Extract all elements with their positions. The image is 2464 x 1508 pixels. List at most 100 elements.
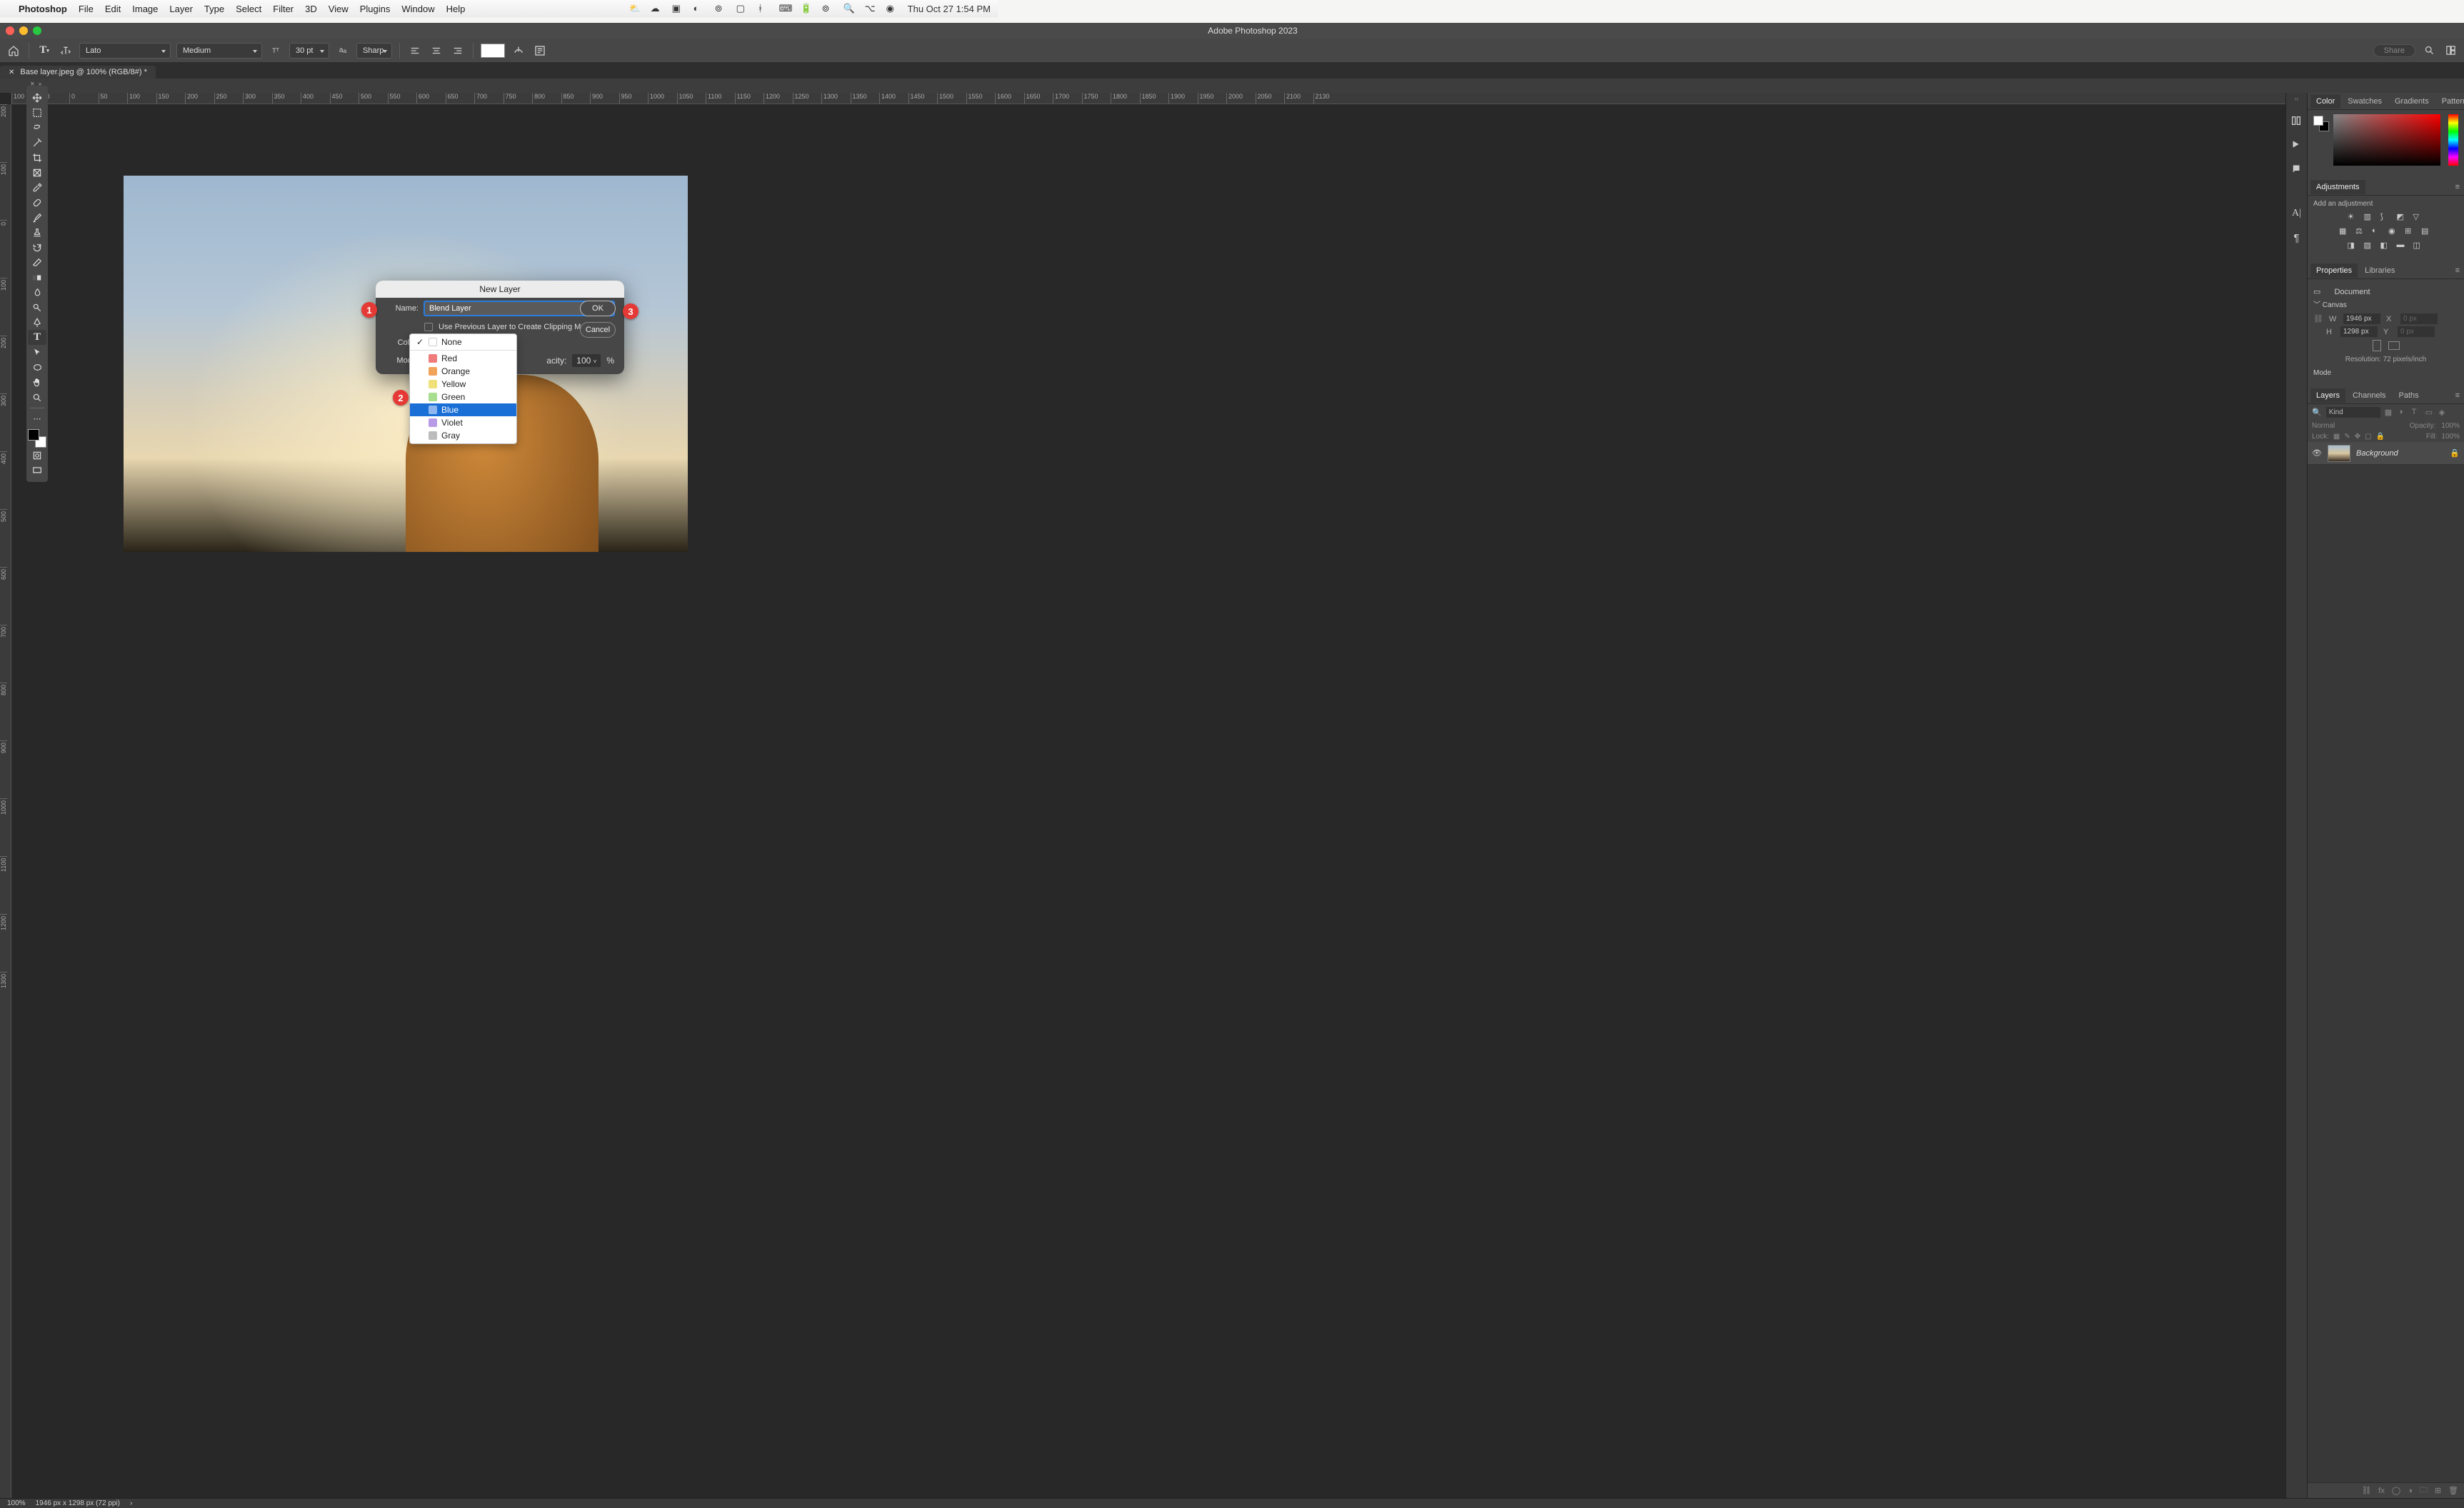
- close-tab-icon[interactable]: ✕: [9, 69, 14, 76]
- clipping-mask-checkbox[interactable]: [424, 323, 433, 331]
- moon-icon[interactable]: ◐: [693, 3, 705, 14]
- lookup-icon[interactable]: ▤: [2421, 226, 2433, 238]
- filter-adjust-icon[interactable]: ◑: [2398, 408, 2408, 417]
- pen-tool-icon[interactable]: [28, 315, 46, 330]
- frame-icon[interactable]: ▢: [736, 3, 748, 14]
- wifi-icon[interactable]: ⊚: [822, 3, 833, 14]
- blend-mode-dropdown[interactable]: Normal: [2312, 422, 2335, 430]
- edit-toolbar-icon[interactable]: ⋯: [28, 411, 46, 426]
- tab-gradients[interactable]: Gradients: [2389, 94, 2435, 109]
- exposure-icon[interactable]: ◩: [2397, 212, 2408, 223]
- spotlight-icon[interactable]: 🔍: [843, 3, 855, 14]
- font-size-dropdown[interactable]: 30 pt: [289, 43, 329, 59]
- menu-help[interactable]: Help: [446, 4, 466, 14]
- text-color-swatch[interactable]: [481, 44, 505, 58]
- color-option-red[interactable]: Red: [410, 352, 516, 365]
- link-layers-icon[interactable]: ⛓: [2361, 1486, 2371, 1495]
- filter-search-icon[interactable]: 🔍: [2312, 408, 2322, 417]
- hue-icon[interactable]: ▦: [2339, 226, 2350, 238]
- tab-swatches[interactable]: Swatches: [2342, 94, 2388, 109]
- menu-3d[interactable]: 3D: [305, 4, 317, 14]
- zoom-level[interactable]: 100%: [7, 1499, 26, 1507]
- layer-thumbnail[interactable]: [2328, 445, 2350, 462]
- cloud-icon[interactable]: ☁: [651, 3, 662, 14]
- eraser-tool-icon[interactable]: [28, 255, 46, 270]
- type-tool-icon[interactable]: T: [28, 330, 46, 345]
- opacity-value[interactable]: 100%: [2441, 422, 2460, 430]
- type-tool-icon[interactable]: T▾: [36, 43, 52, 59]
- bluetooth-icon[interactable]: ᚼ: [758, 3, 769, 14]
- battery-icon[interactable]: 🔋: [801, 3, 812, 14]
- lock-pixels-icon[interactable]: ▦: [2333, 433, 2340, 441]
- doc-dimensions[interactable]: 1946 px x 1298 px (72 ppi): [36, 1499, 120, 1507]
- crop-tool-icon[interactable]: [28, 150, 46, 165]
- opacity-value-input[interactable]: 100 ˅: [572, 354, 601, 367]
- threshold-icon[interactable]: ◧: [2380, 241, 2392, 252]
- layer-name[interactable]: Background: [2356, 449, 2444, 458]
- window-close-button[interactable]: [6, 26, 14, 35]
- cancel-button[interactable]: Cancel: [580, 322, 616, 338]
- hand-tool-icon[interactable]: [28, 375, 46, 390]
- curves-icon[interactable]: ⟆: [2380, 212, 2392, 223]
- panel-menu-icon[interactable]: ≡: [2455, 183, 2461, 191]
- filter-kind-dropdown[interactable]: [2326, 407, 2380, 418]
- menu-type[interactable]: Type: [204, 4, 224, 14]
- lock-icon[interactable]: 🔒: [2450, 448, 2460, 458]
- home-icon[interactable]: [6, 43, 21, 59]
- color-field[interactable]: [2333, 114, 2440, 166]
- window-minimize-button[interactable]: [19, 26, 28, 35]
- ok-button[interactable]: OK: [580, 301, 616, 316]
- height-input[interactable]: [2340, 326, 2378, 337]
- dodge-tool-icon[interactable]: [28, 300, 46, 315]
- align-left-icon[interactable]: [407, 43, 423, 59]
- healing-tool-icon[interactable]: [28, 195, 46, 210]
- marquee-tool-icon[interactable]: [28, 105, 46, 120]
- font-family-dropdown[interactable]: Lato: [79, 43, 171, 59]
- rings-icon[interactable]: ⊚: [715, 3, 726, 14]
- camera-icon[interactable]: ▣: [672, 3, 683, 14]
- tab-paths[interactable]: Paths: [2393, 388, 2425, 403]
- menu-view[interactable]: View: [329, 4, 349, 14]
- color-option-orange[interactable]: Orange: [410, 365, 516, 378]
- filter-shape-icon[interactable]: ▭: [2425, 408, 2435, 417]
- move-tool-icon[interactable]: [28, 90, 46, 105]
- workspace-icon[interactable]: [2443, 43, 2458, 59]
- filter-type-icon[interactable]: T: [2412, 408, 2421, 417]
- history-brush-icon[interactable]: [28, 240, 46, 255]
- status-arrow-icon[interactable]: ›: [130, 1499, 132, 1507]
- trash-icon[interactable]: 🗑: [2448, 1486, 2458, 1495]
- lock-position-icon[interactable]: ✥: [2355, 433, 2360, 441]
- lock-all-icon[interactable]: 🔒: [2376, 433, 2385, 441]
- align-center-icon[interactable]: [429, 43, 444, 59]
- menu-select[interactable]: Select: [236, 4, 261, 14]
- new-layer-icon[interactable]: ⊞: [2435, 1486, 2441, 1495]
- blur-tool-icon[interactable]: [28, 285, 46, 300]
- mask-icon[interactable]: ◯: [2392, 1486, 2400, 1495]
- keyboard-icon[interactable]: ⌨: [779, 3, 791, 14]
- align-right-icon[interactable]: [450, 43, 466, 59]
- layer-row[interactable]: 👁 Background 🔒: [2308, 442, 2464, 465]
- color-option-blue[interactable]: Blue: [410, 403, 516, 416]
- elephant-icon[interactable]: ⛅: [629, 3, 641, 14]
- menu-layer[interactable]: Layer: [169, 4, 193, 14]
- color-option-none[interactable]: ✓ None: [410, 336, 516, 348]
- fgbg-swatch[interactable]: [2313, 116, 2329, 131]
- search-icon[interactable]: [2421, 43, 2437, 59]
- landscape-icon[interactable]: [2388, 341, 2400, 350]
- fx-icon[interactable]: fx: [2378, 1487, 2385, 1495]
- character-icon[interactable]: A|: [2290, 208, 2303, 221]
- comment-icon[interactable]: [2290, 164, 2303, 176]
- gradient-map-icon[interactable]: ▬: [2397, 241, 2408, 252]
- fg-bg-colors[interactable]: [28, 429, 46, 448]
- paragraph-icon[interactable]: ¶: [2290, 232, 2303, 245]
- filter-pixel-icon[interactable]: ▦: [2385, 408, 2394, 417]
- stamp-tool-icon[interactable]: [28, 225, 46, 240]
- panel-menu-icon[interactable]: ≡: [2455, 391, 2461, 400]
- levels-icon[interactable]: ▥: [2364, 212, 2375, 223]
- color-option-yellow[interactable]: Yellow: [410, 378, 516, 391]
- vibrance-icon[interactable]: ▽: [2413, 212, 2425, 223]
- bw-icon[interactable]: ◐: [2372, 226, 2383, 238]
- character-panel-icon[interactable]: [532, 43, 548, 59]
- channel-mixer-icon[interactable]: ⊞: [2405, 226, 2416, 238]
- document-tab[interactable]: ✕ Base layer.jpeg @ 100% (RGB/8#) *: [0, 66, 156, 79]
